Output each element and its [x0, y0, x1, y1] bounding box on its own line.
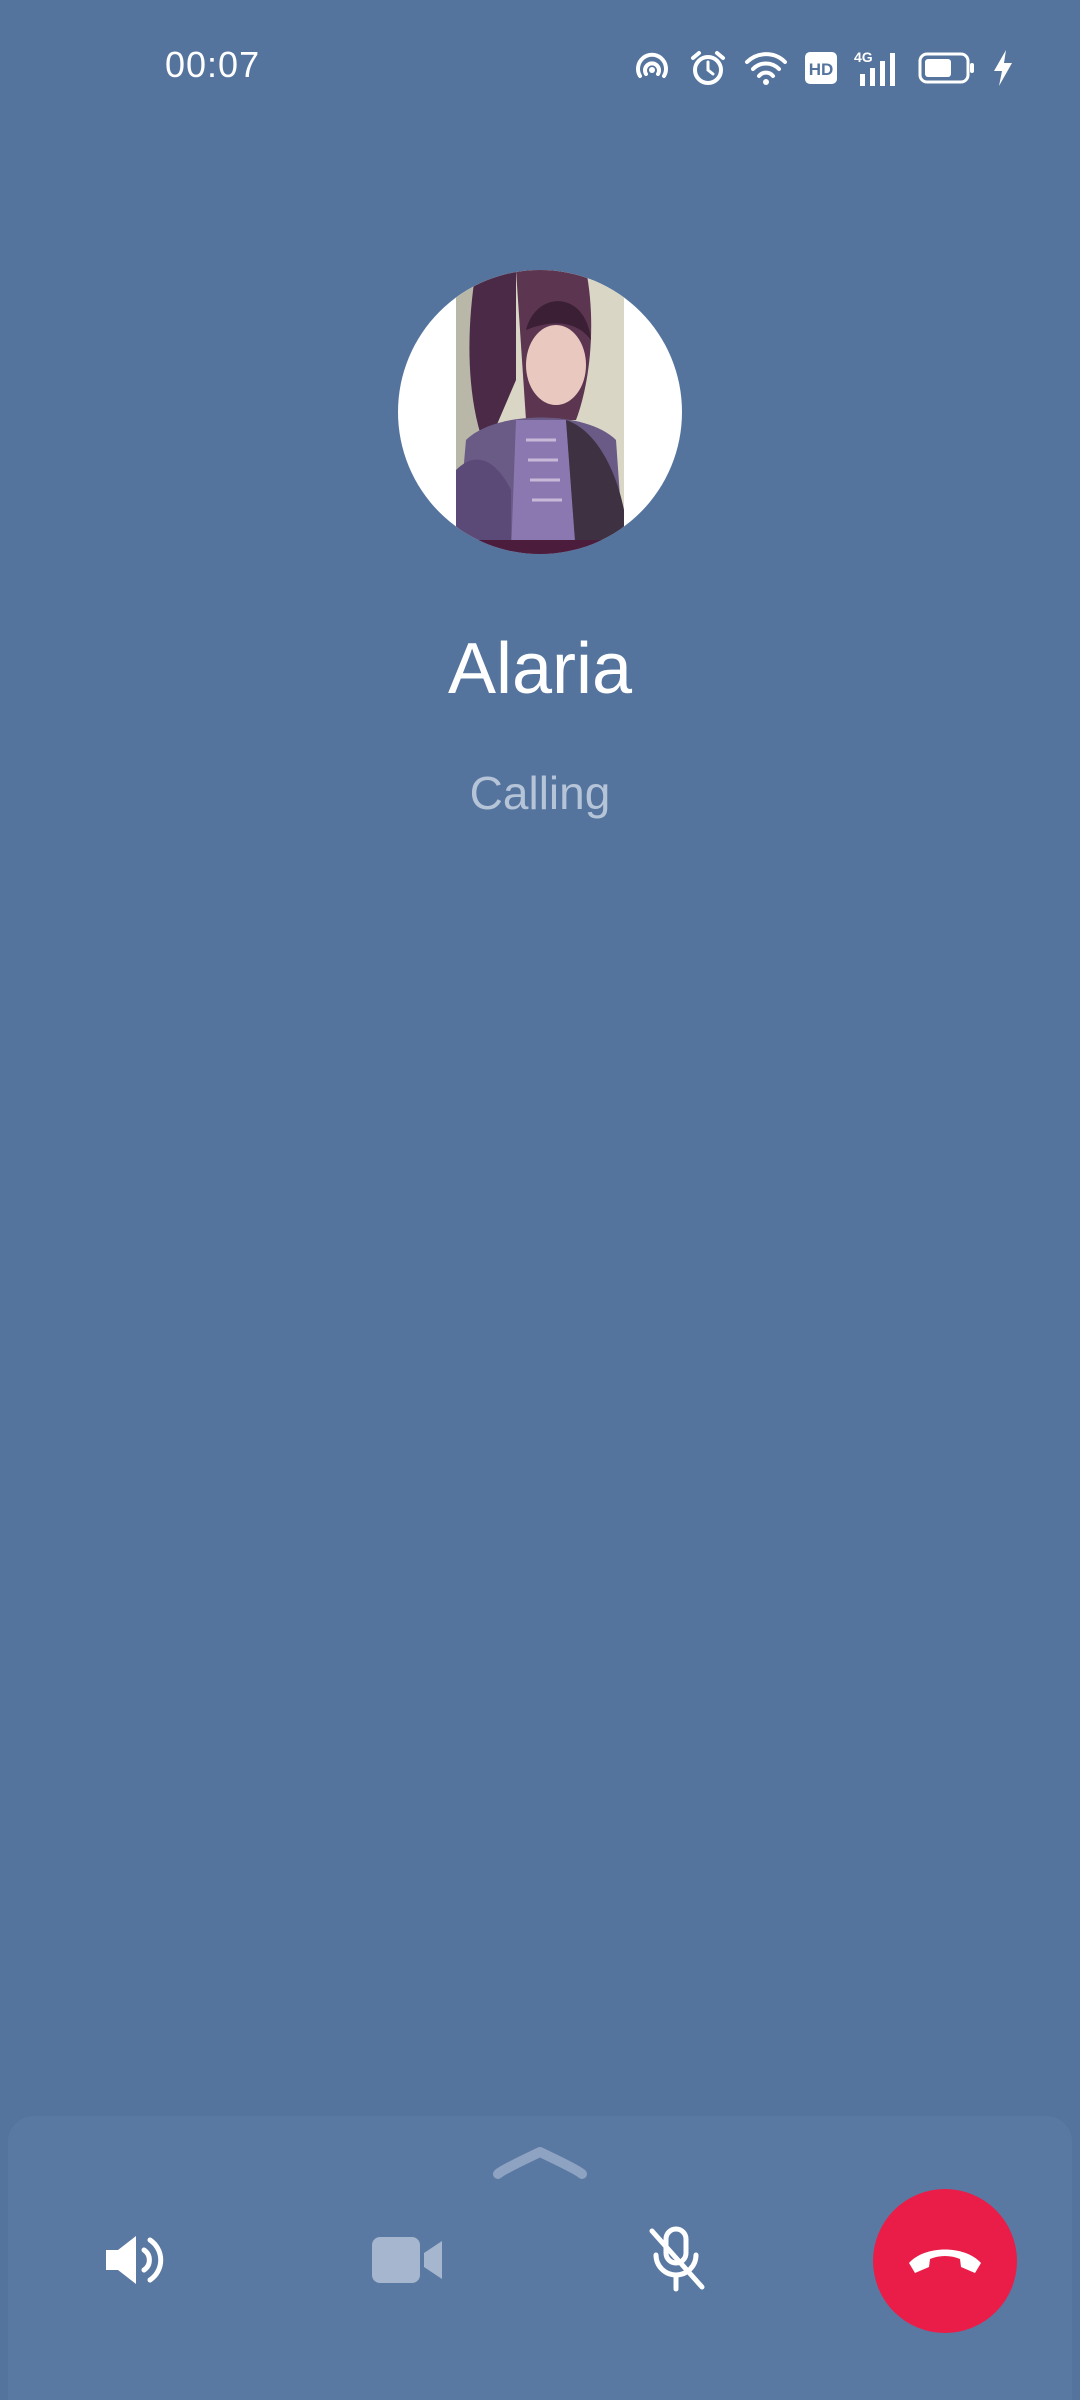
caller-photo	[456, 270, 624, 554]
network-label: 4G	[854, 49, 873, 65]
alarm-icon	[691, 51, 725, 85]
battery-icon	[918, 52, 974, 84]
hd-icon: HD	[805, 52, 837, 84]
status-icons: HD 4G	[632, 44, 1014, 92]
video-camera-icon	[372, 2237, 442, 2283]
video-button[interactable]	[347, 2200, 467, 2320]
charging-icon	[994, 50, 1012, 86]
status-bar: 00:07 HD 4G	[0, 0, 1080, 130]
hd-label: HD	[809, 60, 834, 79]
status-time: 00:07	[165, 44, 261, 85]
chevron-up-icon[interactable]	[490, 2140, 590, 2180]
speaker-icon	[106, 2236, 164, 2284]
wifi-icon	[745, 52, 787, 85]
microphone-off-icon	[649, 2226, 705, 2292]
end-call-button[interactable]	[873, 2189, 1017, 2333]
hotspot-icon	[636, 52, 668, 78]
signal-4g-icon: 4G	[854, 49, 895, 86]
mute-button[interactable]	[616, 2200, 736, 2320]
caller-avatar	[398, 270, 682, 554]
caller-name: Alaria	[447, 629, 633, 709]
speaker-button[interactable]	[75, 2200, 195, 2320]
call-status: Calling	[469, 767, 611, 819]
end-call-icon	[909, 2249, 981, 2273]
